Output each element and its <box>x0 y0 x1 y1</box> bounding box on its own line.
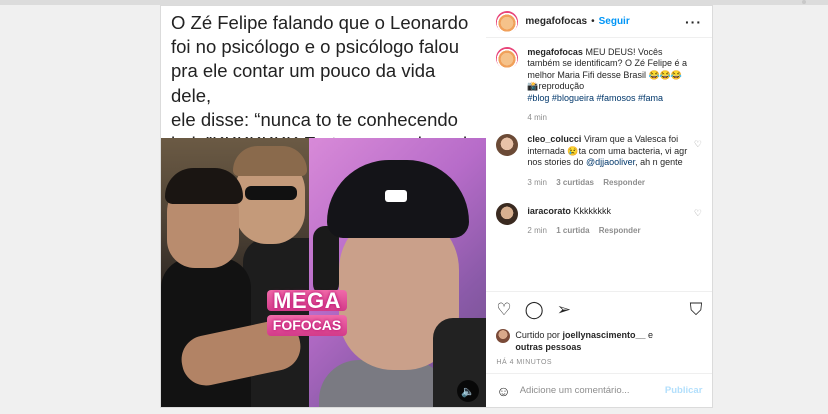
liked-prefix: Curtido por <box>515 330 560 340</box>
like-comment-heart-icon[interactable]: ♡ <box>694 139 702 150</box>
instagram-post-modal: O Zé Felipe falando que o Leonardo foi n… <box>160 5 713 408</box>
post-timestamp: HÁ 4 MINUTOS <box>496 359 553 366</box>
post-header: megafofocas • Seguir ··· <box>486 6 712 38</box>
comment-username[interactable]: iaracorato <box>527 206 571 216</box>
header-username[interactable]: megafofocas <box>525 16 587 27</box>
caption-username[interactable]: megafofocas <box>527 47 583 57</box>
comment-text: Kkkkkkkk <box>573 206 611 217</box>
bookmark-icon[interactable]: ⛉ <box>690 301 703 319</box>
liked-by: Curtido por joellynascimento__ e outras … <box>496 329 702 353</box>
separator-dot: • <box>591 16 595 27</box>
comment-bubble-icon[interactable]: ◯ <box>525 301 544 319</box>
avatar[interactable] <box>496 134 519 157</box>
heart-icon[interactable]: ♡ <box>496 301 511 319</box>
post-media[interactable]: O Zé Felipe falando que o Leonardo foi n… <box>161 6 487 407</box>
media-text-overlay: O Zé Felipe falando que o Leonardo foi n… <box>161 6 487 154</box>
comment-time: 3 min <box>527 177 547 187</box>
add-comment-bar: ☺ Adicione um comentário... Publicar <box>486 373 713 407</box>
publish-button[interactable]: Publicar <box>665 385 703 396</box>
more-options-icon[interactable]: ··· <box>685 14 702 30</box>
comments-section: megafofocas MEU DEUS! Vocês também se id… <box>486 38 712 237</box>
caption-hashtags[interactable]: #blog #blogueira #famosos #fama <box>527 93 663 103</box>
comment-row: cleo_colucci Viram que a Valesca foi int… <box>496 134 702 188</box>
avatar[interactable] <box>496 47 519 69</box>
like-comment-heart-icon[interactable]: ♡ <box>694 208 702 219</box>
photo-man-with-headset <box>309 138 487 407</box>
media-caption-line: foi no psicólogo e o psicólogo falou <box>171 36 459 58</box>
comment-likes[interactable]: 1 curtida <box>556 226 589 235</box>
comment-mention[interactable]: @djjaooliver <box>586 157 635 167</box>
mega-fofocas-watermark: MEGA FOFOCAS <box>261 290 353 336</box>
post-actions: ♡ ◯ ➢ ⛉ Curtido por joellynascimento__ e… <box>486 291 713 366</box>
caption-row: megafofocas MEU DEUS! Vocês também se id… <box>496 47 702 123</box>
reply-button[interactable]: Responder <box>599 226 641 235</box>
reply-button[interactable]: Responder <box>603 178 645 187</box>
comment-likes[interactable]: 3 curtidas <box>556 178 594 187</box>
headset <box>313 226 339 296</box>
liked-others-link[interactable]: outras pessoas <box>515 342 581 352</box>
comment-username[interactable]: cleo_colucci <box>527 134 581 144</box>
emoji-icon[interactable]: ☺ <box>496 383 510 399</box>
post-sidebar: megafofocas • Seguir ··· megafofocas MEU… <box>486 6 713 407</box>
media-caption-line: ele disse: “nunca to te conhecendo <box>171 108 458 130</box>
comment-input[interactable]: Adicione um comentário... <box>520 385 630 396</box>
caption-time: 4 min <box>527 113 547 123</box>
caption-repost: 📸reprodução <box>527 81 585 92</box>
comment-text-end: , ah n gente <box>635 157 683 168</box>
avatar[interactable] <box>496 10 519 33</box>
liked-mid: e <box>648 330 654 340</box>
follow-button[interactable]: Seguir <box>599 16 630 27</box>
avatar[interactable] <box>496 329 511 343</box>
photo-two-men-selfie <box>161 138 309 407</box>
avatar[interactable] <box>496 203 519 226</box>
media-caption-line: pra ele contar um pouco da vida dele, <box>171 60 436 106</box>
comment-row: iaracorato Kkkkkkkk 2 min 1 curtida Resp… <box>496 203 702 237</box>
liked-username[interactable]: joellynascimento__ <box>562 330 645 340</box>
comment-time: 2 min <box>527 226 547 236</box>
share-paper-plane-icon[interactable]: ➢ <box>557 301 571 319</box>
media-caption-line: O Zé Felipe falando que o Leonardo <box>171 12 469 33</box>
sound-toggle-icon[interactable]: 🔈 <box>457 380 479 402</box>
sunglasses <box>245 186 297 200</box>
